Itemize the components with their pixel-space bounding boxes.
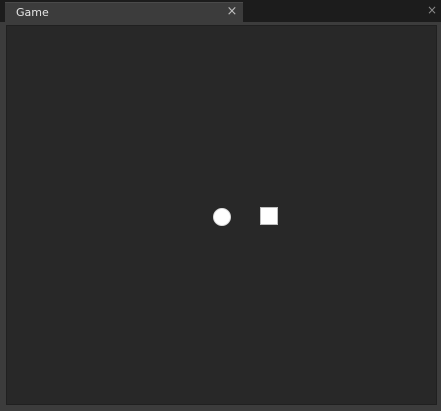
pane-close-icon[interactable]: × — [426, 4, 438, 16]
game-window: Game × × — [0, 0, 441, 411]
game-viewport[interactable] — [6, 25, 437, 405]
tab-game[interactable]: Game × — [5, 2, 243, 22]
game-square-object — [260, 207, 278, 225]
tab-label: Game — [16, 6, 49, 19]
tab-strip: Game × × — [0, 0, 441, 22]
tab-close-icon[interactable]: × — [225, 5, 239, 19]
game-circle-object — [213, 208, 231, 226]
